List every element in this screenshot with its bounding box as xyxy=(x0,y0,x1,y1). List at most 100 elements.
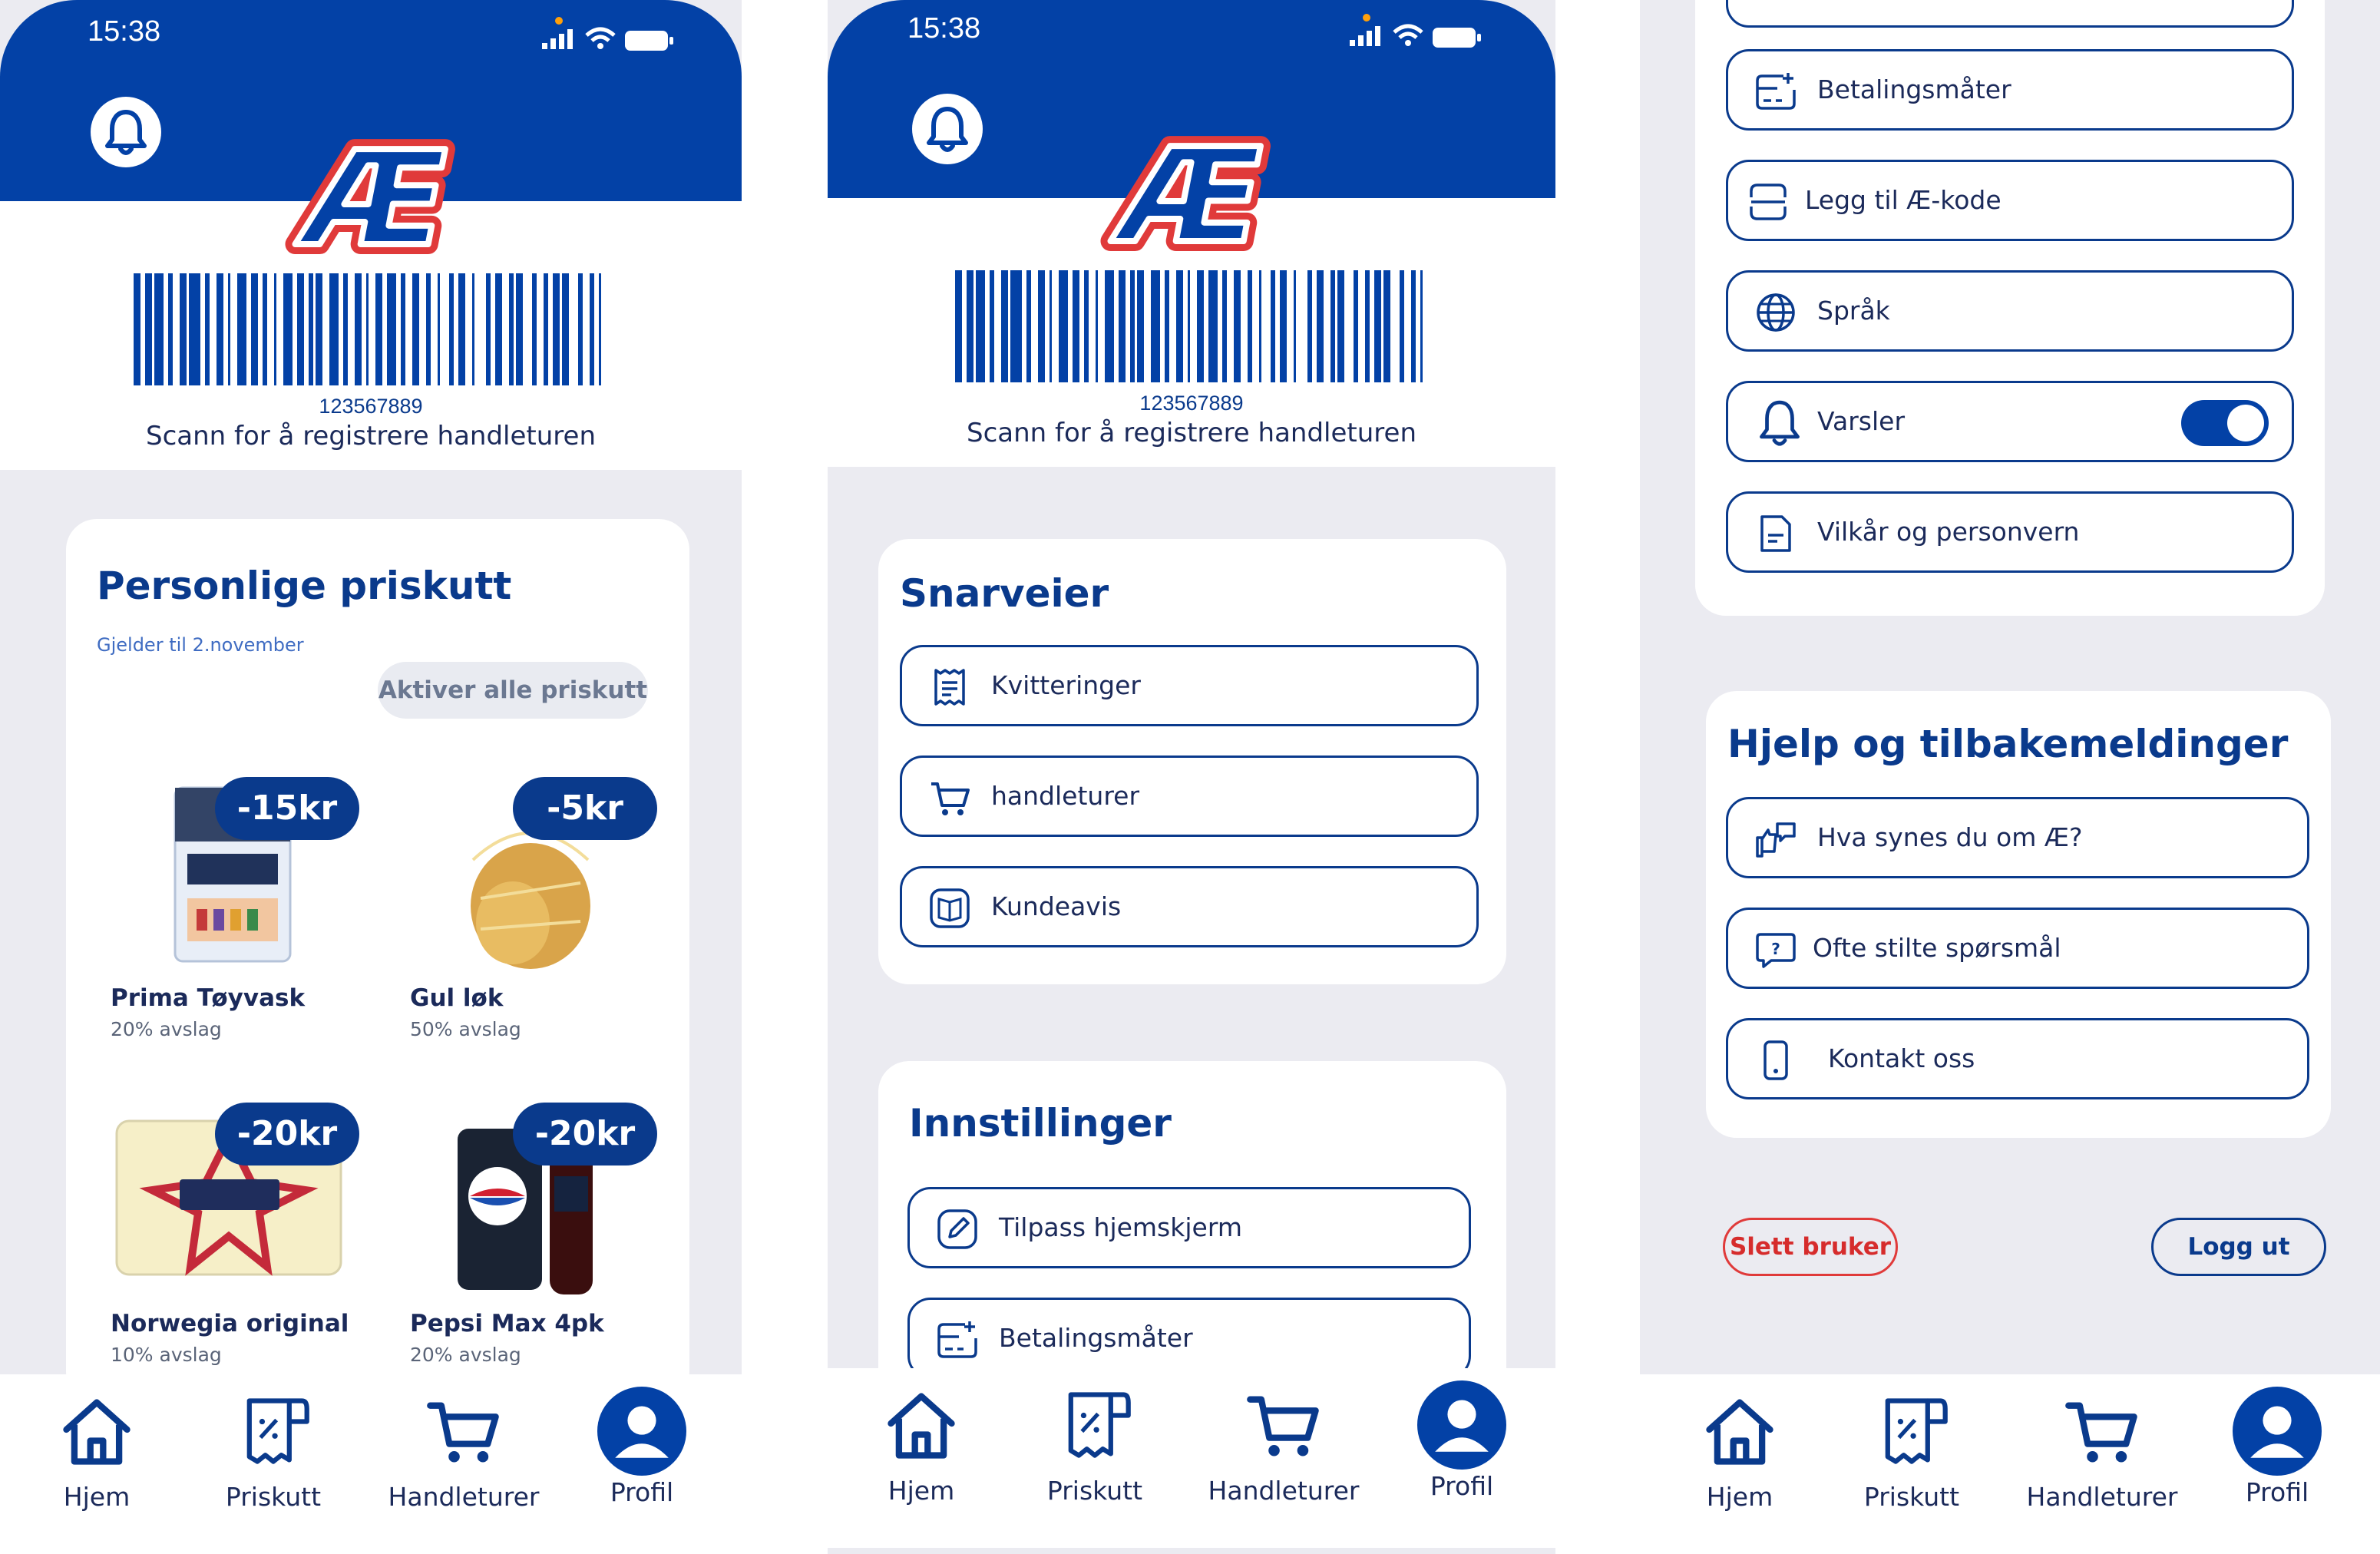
product-discount: 20% avslag xyxy=(111,1018,222,1040)
menu-label: Legg til Æ-kode xyxy=(1805,185,2002,215)
barcode-bar xyxy=(1137,270,1144,382)
delete-user-button[interactable]: Slett bruker xyxy=(1723,1218,1898,1276)
barcode-bar xyxy=(168,273,173,385)
menu-betalingsmater[interactable]: Betalingsmåter xyxy=(907,1298,1471,1379)
nav-profil[interactable]: Profil xyxy=(565,1391,719,1507)
nav-handleturer[interactable]: Handleturer xyxy=(1207,1385,1360,1506)
activate-all-button[interactable]: Aktiver alle priskutt xyxy=(378,662,648,719)
nav-home[interactable]: Hjem xyxy=(20,1391,174,1512)
home-icon xyxy=(57,1391,137,1471)
menu-kontakt-oss[interactable]: Kontakt oss xyxy=(1726,1018,2309,1099)
barcode-bar xyxy=(1374,270,1381,382)
notification-bell-icon[interactable] xyxy=(912,94,983,164)
nav-label: Profil xyxy=(1430,1471,1494,1501)
barcode-bar xyxy=(1420,270,1423,382)
barcode-bar xyxy=(449,273,454,385)
nav-label: Hjem xyxy=(888,1476,955,1506)
nav-profil[interactable]: Profil xyxy=(1385,1385,1539,1501)
cart-icon xyxy=(1244,1385,1324,1465)
nav-handleturer[interactable]: Handleturer xyxy=(2025,1391,2179,1512)
nav-priskutt[interactable]: Priskutt xyxy=(1018,1385,1172,1506)
edit-icon xyxy=(936,1208,979,1251)
barcode-bar xyxy=(472,273,474,385)
menu-sprak[interactable]: Språk xyxy=(1726,270,2294,352)
barcode-number: 123567889 xyxy=(1139,392,1244,415)
menu-kvitteringer[interactable]: Kvitteringer xyxy=(900,645,1479,726)
barcode-bar xyxy=(1411,270,1416,382)
menu-previous[interactable] xyxy=(1726,0,2294,28)
barcode-bar xyxy=(599,273,601,385)
menu-faq[interactable]: Ofte stilte spørsmål xyxy=(1726,908,2309,989)
menu-label: Betalingsmåter xyxy=(1817,74,2011,104)
barcode xyxy=(955,270,1423,382)
barcode-bar xyxy=(1365,270,1370,382)
logout-button[interactable]: Logg ut xyxy=(2151,1218,2326,1276)
barcode-bar xyxy=(1026,270,1031,382)
globe-icon xyxy=(1754,291,1797,334)
nav-home[interactable]: Hjem xyxy=(1663,1391,1816,1512)
barcode-bar xyxy=(1059,270,1068,382)
barcode-bar xyxy=(1222,270,1227,382)
cart-icon xyxy=(928,776,971,819)
barcode-bar xyxy=(1248,270,1252,382)
menu-legg-til-ae-kode[interactable]: Legg til Æ-kode xyxy=(1726,160,2294,241)
question-icon xyxy=(1754,928,1797,971)
barcode-bar xyxy=(251,273,258,385)
menu-tilpass-hjemskjerm[interactable]: Tilpass hjemskjerm xyxy=(907,1187,1471,1268)
barcode-bar xyxy=(205,273,210,385)
menu-handleturer[interactable]: handleturer xyxy=(900,756,1479,837)
scan-caption: Scann for å registrere handleturen xyxy=(145,421,596,451)
nav-handleturer[interactable]: Handleturer xyxy=(387,1391,540,1512)
phone-icon xyxy=(1754,1039,1797,1082)
barcode-bar xyxy=(990,270,994,382)
product-discount: 50% avslag xyxy=(410,1018,521,1040)
barcode-bar xyxy=(283,273,293,385)
nav-label: Priskutt xyxy=(225,1482,322,1512)
bell-icon xyxy=(1754,397,1805,448)
menu-vilkar-og-personvern[interactable]: Vilkår og personvern xyxy=(1726,491,2294,573)
product-name[interactable]: Prima Tøyvask xyxy=(111,984,305,1012)
notifications-toggle[interactable] xyxy=(2181,400,2269,446)
barcode-bar xyxy=(1197,270,1204,382)
card-icon xyxy=(1754,70,1797,113)
barcode-bar xyxy=(375,273,382,385)
barcode-bar xyxy=(1188,270,1190,382)
menu-varsler[interactable]: Varsler xyxy=(1726,381,2294,462)
product-name[interactable]: Pepsi Max 4pk xyxy=(410,1310,604,1337)
barcode-bar xyxy=(145,273,152,385)
price-badge: -5kr xyxy=(513,777,657,840)
nav-label: Priskutt xyxy=(1863,1482,1960,1512)
menu-label: Tilpass hjemskjerm xyxy=(999,1212,1242,1242)
nav-priskutt[interactable]: Priskutt xyxy=(197,1391,350,1512)
barcode-bar xyxy=(590,273,594,385)
nav-priskutt[interactable]: Priskutt xyxy=(1835,1391,1988,1512)
menu-feedback[interactable]: Hva synes du om Æ? xyxy=(1726,797,2309,878)
nav-label: Handleturer xyxy=(1208,1476,1360,1506)
nav-home[interactable]: Hjem xyxy=(845,1385,998,1506)
menu-label: Vilkår og personvern xyxy=(1817,517,2080,547)
product-name[interactable]: Gul løk xyxy=(410,984,503,1012)
menu-kundeavis[interactable]: Kundeavis xyxy=(900,866,1479,947)
barcode-bar xyxy=(1119,270,1126,382)
home-icon xyxy=(881,1385,961,1465)
barcode-bar xyxy=(426,273,431,385)
barcode-bar xyxy=(1383,270,1390,382)
nav-profil[interactable]: Profil xyxy=(2200,1391,2354,1507)
barcode-bar xyxy=(1010,270,1022,382)
barcode-bar xyxy=(438,273,440,385)
barcode-bar xyxy=(355,273,362,385)
menu-label: Kvitteringer xyxy=(991,670,1141,700)
barcode-bar xyxy=(955,270,962,382)
menu-label: Ofte stilte spørsmål xyxy=(1813,933,2061,963)
ae-logo: Æ Æ xyxy=(285,137,457,267)
nav-label: Handleturer xyxy=(388,1482,540,1512)
receipt-icon xyxy=(928,666,971,709)
product-name[interactable]: Norwegia original xyxy=(111,1310,349,1337)
status-icons xyxy=(542,17,673,51)
barcode-bar xyxy=(1165,270,1169,382)
barcode-bar xyxy=(366,273,369,385)
notification-bell-icon[interactable] xyxy=(91,97,161,167)
product-discount: 10% avslag xyxy=(111,1344,222,1366)
barcode-bar xyxy=(401,273,405,385)
menu-betalingsmater[interactable]: Betalingsmåter xyxy=(1726,49,2294,131)
